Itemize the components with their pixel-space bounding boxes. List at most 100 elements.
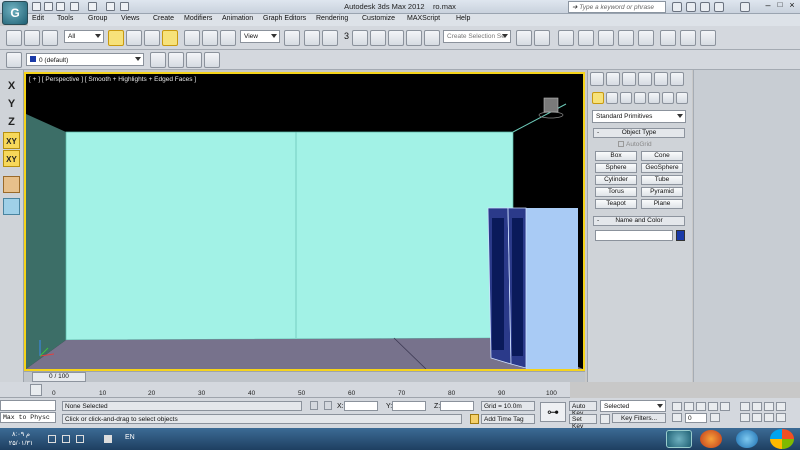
modify-tab-icon[interactable] (606, 72, 620, 86)
maxscript-listener-top[interactable] (0, 400, 56, 411)
close-button[interactable]: × (786, 0, 798, 14)
zoom-extents-icon[interactable] (764, 402, 774, 411)
maxscript-listener-input[interactable]: Max to Physc (0, 412, 56, 423)
menu-graph-editors[interactable]: Graph Editors (263, 15, 306, 22)
align-icon[interactable] (534, 30, 550, 46)
percent-snap-icon[interactable] (388, 30, 404, 46)
favorites-icon[interactable] (714, 2, 724, 12)
motion-tab-icon[interactable] (638, 72, 652, 86)
select-move-icon[interactable] (184, 30, 200, 46)
tube-button[interactable]: Tube (641, 175, 683, 185)
plane-button[interactable]: Plane (641, 199, 683, 209)
undo-icon[interactable] (70, 2, 79, 11)
constrain-y-button[interactable]: Y (3, 96, 20, 113)
display-tab-icon[interactable] (654, 72, 668, 86)
axis-constraint-icon[interactable] (3, 176, 20, 193)
firefox-taskbar-icon[interactable] (700, 430, 722, 448)
field-of-view-icon[interactable] (740, 413, 750, 422)
x-coordinate-input[interactable] (344, 401, 378, 411)
add-time-tag-button[interactable]: Add Time Tag (481, 414, 535, 424)
spinner-snap-icon[interactable] (406, 30, 422, 46)
zoom-extents-all-icon[interactable] (776, 402, 786, 411)
snaps-toggle-icon[interactable] (352, 30, 368, 46)
menu-maxscript[interactable]: MAXScript (407, 15, 440, 22)
layer-manager-toggle-icon[interactable] (6, 52, 22, 68)
add-to-layer-icon[interactable] (168, 52, 184, 68)
menu-edit[interactable]: Edit (32, 15, 44, 22)
key-mode-toggle-icon[interactable] (672, 413, 682, 422)
play-icon[interactable] (696, 402, 706, 411)
menu-rendering[interactable]: Rendering (316, 15, 348, 22)
save-file-icon[interactable] (56, 2, 65, 11)
cone-button[interactable]: Cone (641, 151, 683, 161)
current-frame-input[interactable]: 0 (685, 413, 707, 423)
project-folder-icon[interactable] (106, 2, 115, 11)
shapes-icon[interactable] (606, 92, 618, 104)
mini-curve-editor-icon[interactable] (30, 384, 42, 396)
box-button[interactable]: Box (595, 151, 637, 161)
snap-toggle-label[interactable]: 3 (344, 31, 349, 41)
maximize-button[interactable]: □ (774, 0, 786, 14)
menu-create[interactable]: Create (153, 15, 174, 22)
key-filters-button[interactable]: Key Filters... (612, 413, 666, 423)
search-icon[interactable] (672, 2, 682, 12)
lock-selection-icon[interactable] (310, 401, 318, 410)
time-slider-thumb[interactable]: 0 / 100 (32, 372, 86, 382)
auto-key-button[interactable]: Auto Key (569, 401, 597, 417)
utilities-tab-icon[interactable] (670, 72, 684, 86)
snap-toggles-icon[interactable] (3, 198, 20, 215)
name-color-rollout-header[interactable]: - Name and Color (593, 216, 685, 226)
pyramid-button[interactable]: Pyramid (641, 187, 683, 197)
subscription-icon[interactable] (686, 2, 696, 12)
open-file-icon[interactable] (44, 2, 53, 11)
select-manipulate-icon[interactable] (304, 30, 320, 46)
menu-group[interactable]: Group (88, 15, 107, 22)
create-layer-icon[interactable] (150, 52, 166, 68)
ie-taskbar-icon[interactable] (736, 430, 758, 448)
track-bar[interactable]: 0 10 20 30 40 50 60 70 80 90 100 (0, 382, 570, 398)
menu-modifiers[interactable]: Modifiers (184, 15, 212, 22)
selection-filter-dropdown[interactable]: All (64, 30, 104, 43)
cylinder-button[interactable]: Cylinder (595, 175, 637, 185)
key-mode-dropdown[interactable]: Selected (600, 400, 666, 412)
layer-dropdown[interactable]: 0 (default) (26, 53, 144, 66)
previous-frame-icon[interactable] (684, 402, 694, 411)
3ds-max-taskbar-icon[interactable] (666, 430, 692, 448)
select-in-layer-icon[interactable] (186, 52, 202, 68)
app-logo-button[interactable]: G (2, 1, 28, 25)
quick-access-dropdown-icon[interactable] (120, 2, 129, 11)
curve-editor-icon[interactable] (598, 30, 614, 46)
time-configuration-icon[interactable] (710, 413, 720, 422)
constrain-xy-button[interactable]: XY (3, 132, 20, 149)
time-slider[interactable]: 0 / 100 (24, 371, 585, 382)
unlink-icon[interactable] (24, 30, 40, 46)
select-rotate-icon[interactable] (202, 30, 218, 46)
constrain-x-button[interactable]: X (3, 78, 20, 95)
render-production-icon[interactable] (700, 30, 716, 46)
hierarchy-tab-icon[interactable] (622, 72, 636, 86)
create-tab-icon[interactable] (590, 72, 604, 86)
primitive-category-dropdown[interactable]: Standard Primitives (592, 110, 686, 123)
orbit-icon[interactable] (764, 413, 774, 422)
cameras-icon[interactable] (634, 92, 646, 104)
maximize-viewport-icon[interactable] (776, 413, 786, 422)
menu-tools[interactable]: Tools (57, 15, 73, 22)
default-tangent-icon[interactable] (600, 414, 610, 424)
named-selection-dropdown[interactable]: Create Selection Se (443, 30, 511, 43)
helpers-icon[interactable] (648, 92, 660, 104)
lights-icon[interactable] (620, 92, 632, 104)
systems-icon[interactable] (676, 92, 688, 104)
constrain-xy-plane-button[interactable]: XY (3, 150, 20, 167)
y-coordinate-input[interactable] (392, 401, 426, 411)
pivot-center-icon[interactable] (284, 30, 300, 46)
menu-views[interactable]: Views (121, 15, 140, 22)
edit-named-selection-icon[interactable] (424, 30, 440, 46)
select-scale-icon[interactable] (220, 30, 236, 46)
graphite-ribbon-icon[interactable] (578, 30, 594, 46)
absolute-mode-icon[interactable] (324, 401, 332, 410)
language-indicator[interactable]: EN (125, 434, 135, 441)
menu-customize[interactable]: Customize (362, 15, 395, 22)
geometry-icon[interactable] (592, 92, 604, 104)
mirror-icon[interactable] (516, 30, 532, 46)
redo-icon[interactable] (88, 2, 97, 11)
